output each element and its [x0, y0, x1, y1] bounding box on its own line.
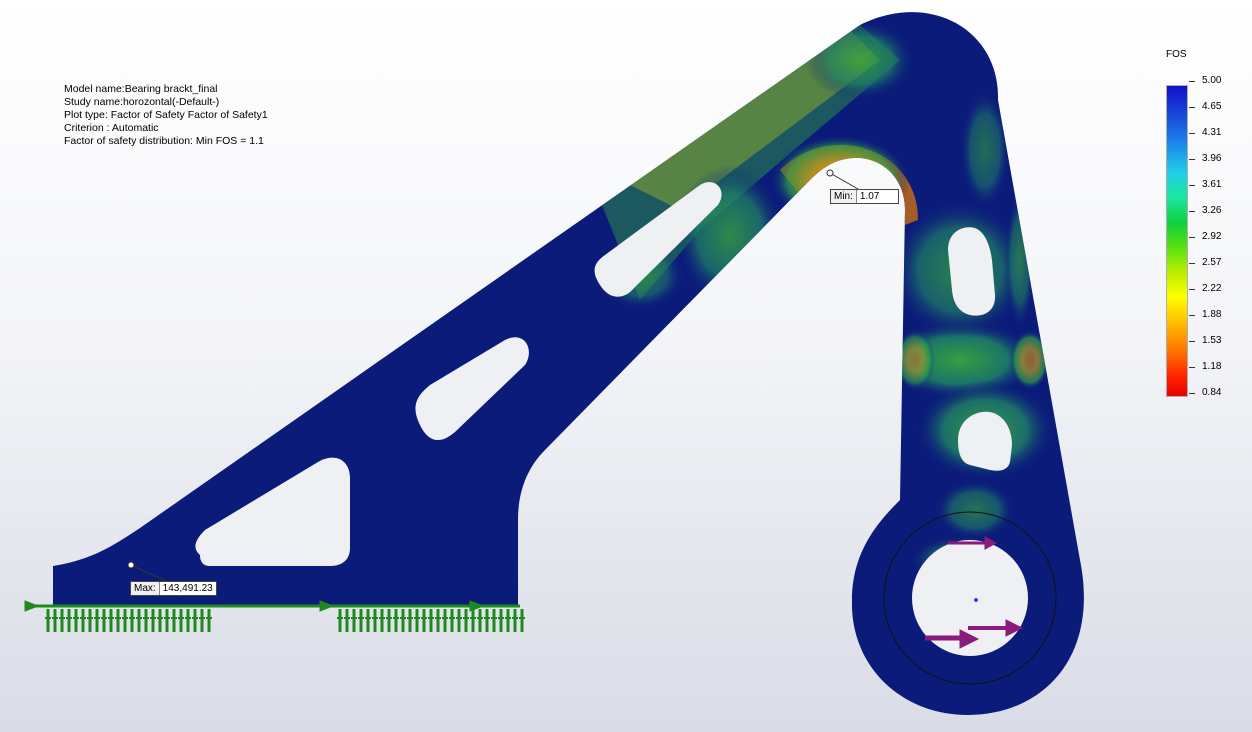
legend-label: 3.96	[1202, 153, 1222, 164]
legend-label: 0.84	[1202, 387, 1222, 398]
legend-tick	[1189, 81, 1195, 82]
legend-tick	[1189, 133, 1195, 134]
model-name: Model name:Bearing brackt_final	[64, 83, 218, 95]
max-probe-name: Max:	[131, 582, 160, 595]
legend-tick	[1189, 367, 1195, 368]
criterion: Criterion : Automatic	[64, 122, 159, 134]
legend-label: 3.61	[1202, 179, 1222, 190]
legend-label: 2.57	[1202, 257, 1222, 268]
min-probe-pointer	[826, 169, 859, 190]
fixture-teeth	[45, 609, 525, 632]
legend-label: 2.92	[1202, 231, 1222, 242]
min-probe-name: Min:	[831, 190, 857, 203]
legend-label: 5.00	[1202, 75, 1222, 86]
max-probe-value: 143,491.23	[162, 583, 213, 594]
study-info: Model name:Bearing brackt_final Study na…	[64, 83, 268, 148]
legend-tick	[1189, 289, 1195, 290]
legend-label: 1.18	[1202, 361, 1222, 372]
plot-type: Plot type: Factor of Safety Factor of Sa…	[64, 109, 268, 121]
legend-tick	[1189, 237, 1195, 238]
study-name: Study name:horozontal(-Default-)	[64, 96, 220, 108]
legend-tick	[1189, 185, 1195, 186]
legend-label: 1.88	[1202, 309, 1222, 320]
legend-tick	[1189, 315, 1195, 316]
legend-label: 1.53	[1202, 335, 1222, 346]
legend-tick	[1189, 341, 1195, 342]
legend-title: FOS	[1166, 49, 1187, 60]
legend-color-bar[interactable]	[1166, 85, 1188, 397]
legend-tick	[1189, 393, 1195, 394]
max-probe-label[interactable]: Max: 143,491.23	[130, 581, 217, 596]
hole-right-middle	[958, 411, 1012, 471]
legend-label: 3.26	[1202, 205, 1222, 216]
min-probe-value: 1.07	[859, 191, 880, 202]
legend-label: 4.31	[1202, 127, 1222, 138]
legend-tick	[1189, 211, 1195, 212]
legend-tick	[1189, 159, 1195, 160]
legend-label: 2.22	[1202, 283, 1222, 294]
fos-distribution: Factor of safety distribution: Min FOS =…	[64, 135, 264, 147]
bore-center-marker	[974, 598, 978, 602]
legend-label: 4.65	[1202, 101, 1222, 112]
min-probe-label[interactable]: Min: 1.07	[830, 189, 899, 204]
legend-tick	[1189, 263, 1195, 264]
legend-tick	[1189, 107, 1195, 108]
